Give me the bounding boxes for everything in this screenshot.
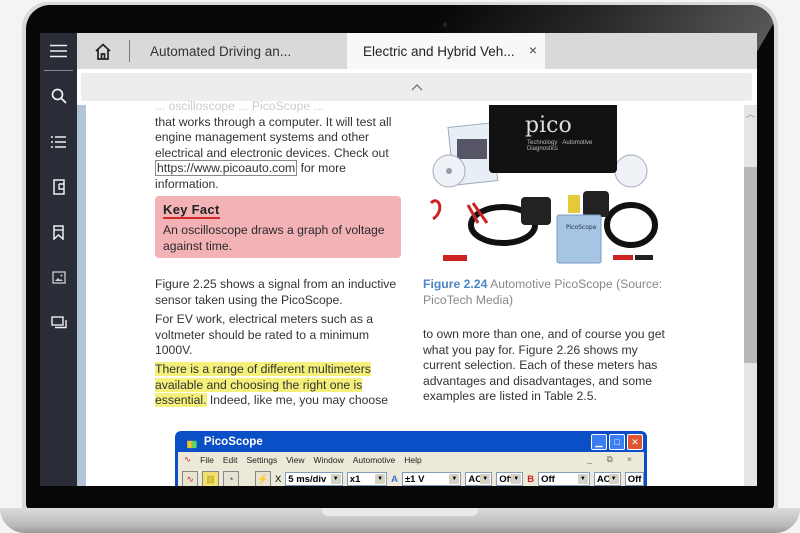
channel-b-range-select[interactable]: Off ▼	[538, 472, 590, 486]
picoscope-title: ▗▖ PicoScope	[183, 436, 263, 448]
sidebar-item-contents[interactable]	[40, 127, 77, 157]
paragraph-text: Indeed, like me, you may choose	[206, 393, 389, 407]
picoscope-toolbar: ∿ ▥ ◔ ⚡ X 5 ms/div ▼ x1 ▼ A ±1 V ▼ AC ▼ Off ▼…	[178, 467, 645, 486]
gauge-icon: ◔	[228, 474, 234, 484]
bookmark-icon	[53, 224, 64, 240]
picoscope-menubar: ∿ File Edit Settings View Window Automot…	[178, 452, 644, 467]
spectrum-mode-button[interactable]: ▥	[202, 470, 219, 486]
menu-icon	[50, 44, 67, 58]
list-icon	[51, 136, 66, 148]
menu-edit[interactable]: Edit	[223, 455, 238, 465]
tab-bar: Automated Driving an... Electric and Hyb…	[77, 33, 757, 69]
page-margin-strip	[77, 105, 86, 486]
channel-a-label: A	[391, 473, 398, 485]
channel-a-off-select[interactable]: Off ▼	[496, 472, 524, 486]
scope-mode-button[interactable]: ∿	[182, 470, 199, 486]
figure-caption: Figure 2.24 Automotive PicoScope (Source…	[423, 277, 673, 308]
menu-view[interactable]: View	[286, 455, 304, 465]
channel-b-off-select[interactable]: Off	[624, 472, 645, 486]
sidebar-item-search[interactable]	[40, 81, 77, 111]
tab-divider	[129, 40, 130, 62]
search-icon	[51, 88, 67, 104]
home-button[interactable]	[77, 33, 129, 69]
picoscope-window: ▗▖ PicoScope ▁ □ ✕ ∿ File Edit Settings …	[175, 431, 647, 486]
tab-automated-driving[interactable]: Automated Driving an...	[132, 33, 347, 69]
tab-electric-hybrid[interactable]: Electric and Hybrid Veh... ×	[347, 33, 545, 69]
sidebar	[40, 33, 77, 486]
paragraph-text: that works through a computer. It will t…	[155, 114, 392, 160]
menu-help[interactable]: Help	[404, 455, 421, 465]
figure-number: Figure 2.24	[423, 277, 488, 291]
svg-text:PicoScope: PicoScope	[566, 224, 597, 231]
reader-app: Automated Driving an... Electric and Hyb…	[40, 33, 757, 486]
trigger-icon: ⚡	[257, 473, 269, 484]
tab-label: Automated Driving an...	[150, 43, 292, 59]
channel-a-range-select[interactable]: ±1 V ▼	[401, 472, 462, 486]
image-icon	[51, 270, 66, 284]
key-fact-body: An oscilloscope draws a graph of voltage…	[163, 223, 385, 253]
zoom-select[interactable]: x1 ▼	[346, 472, 388, 486]
sidebar-item-pages[interactable]	[40, 172, 77, 202]
book-page: ... oscilloscope ... PicoScope ... that …	[77, 99, 757, 486]
home-icon	[95, 42, 111, 60]
sidebar-item-bookmarks[interactable]	[40, 217, 77, 247]
timebase-select[interactable]: 5 ms/div ▼	[285, 472, 343, 486]
chevron-up-icon	[411, 83, 422, 90]
paragraph-multiple-meters: to own more than one, and of course you …	[423, 327, 665, 403]
cutoff-line: ... oscilloscope ... PicoScope ...	[155, 99, 324, 113]
paragraph-multimeters: There is a range of different multimeter…	[155, 362, 410, 409]
key-fact-title: Key Fact	[163, 202, 220, 219]
menu-automotive[interactable]: Automotive	[353, 455, 396, 465]
scrollbar-thumb[interactable]	[744, 167, 757, 363]
sidebar-item-figures[interactable]	[40, 262, 77, 292]
meter-mode-button[interactable]: ◔	[222, 470, 239, 486]
close-button[interactable]: ✕	[627, 434, 643, 450]
paragraph-ev-work: For EV work, electrical meters such as a…	[155, 312, 374, 357]
vertical-scrollbar[interactable]: ︿	[744, 105, 757, 486]
channel-b-label: B	[527, 473, 535, 485]
collapse-toolbar-button[interactable]	[81, 73, 752, 101]
figure-2-24-image[interactable]: PicoScope pico Technology · Automotive D…	[423, 105, 658, 271]
maximize-button[interactable]: □	[609, 434, 625, 450]
notes-icon	[50, 316, 67, 329]
channel-b-coupling-select[interactable]: AC ▼	[593, 472, 621, 486]
key-fact-box: Key Fact An oscilloscope draws a graph o…	[155, 196, 401, 258]
sidebar-item-notes[interactable]	[40, 308, 77, 338]
tab-label: Electric and Hybrid Veh...	[363, 43, 515, 59]
paragraph-picoscope: ... oscilloscope ... PicoScope ... that …	[155, 99, 400, 192]
pico-case: pico Technology · Automotive Diagnostics	[489, 105, 617, 173]
sidebar-divider	[44, 70, 73, 71]
minimize-button[interactable]: ▁	[591, 434, 607, 450]
menu-button[interactable]	[40, 36, 77, 66]
picoauto-link[interactable]: https://www.picoauto.com	[155, 160, 298, 176]
x-label: X	[274, 473, 282, 485]
close-tab-icon[interactable]: ×	[529, 42, 537, 58]
scroll-up-icon[interactable]: ︿	[746, 107, 755, 120]
mdi-controls[interactable]: _ ⧉ ×	[588, 454, 638, 465]
channel-a-coupling-select[interactable]: AC ▼	[465, 472, 493, 486]
waveform-icon: ∿	[186, 473, 194, 484]
pico-logo: pico	[525, 113, 572, 138]
menu-settings[interactable]: Settings	[246, 455, 277, 465]
pico-logo-subtitle: Technology · Automotive Diagnostics	[527, 140, 593, 152]
menu-window[interactable]: Window	[313, 455, 343, 465]
app-icon: ∿	[184, 454, 192, 464]
paragraph-figure-2-25: Figure 2.25 shows a signal from an induc…	[155, 277, 397, 307]
bars-icon: ▥	[206, 473, 215, 484]
trigger-button[interactable]: ⚡	[254, 470, 271, 486]
webcam	[443, 22, 447, 27]
page-icon	[52, 179, 65, 195]
menu-file[interactable]: File	[200, 455, 214, 465]
window-controls: ▁ □ ✕	[591, 434, 643, 450]
laptop-notch	[322, 508, 478, 516]
